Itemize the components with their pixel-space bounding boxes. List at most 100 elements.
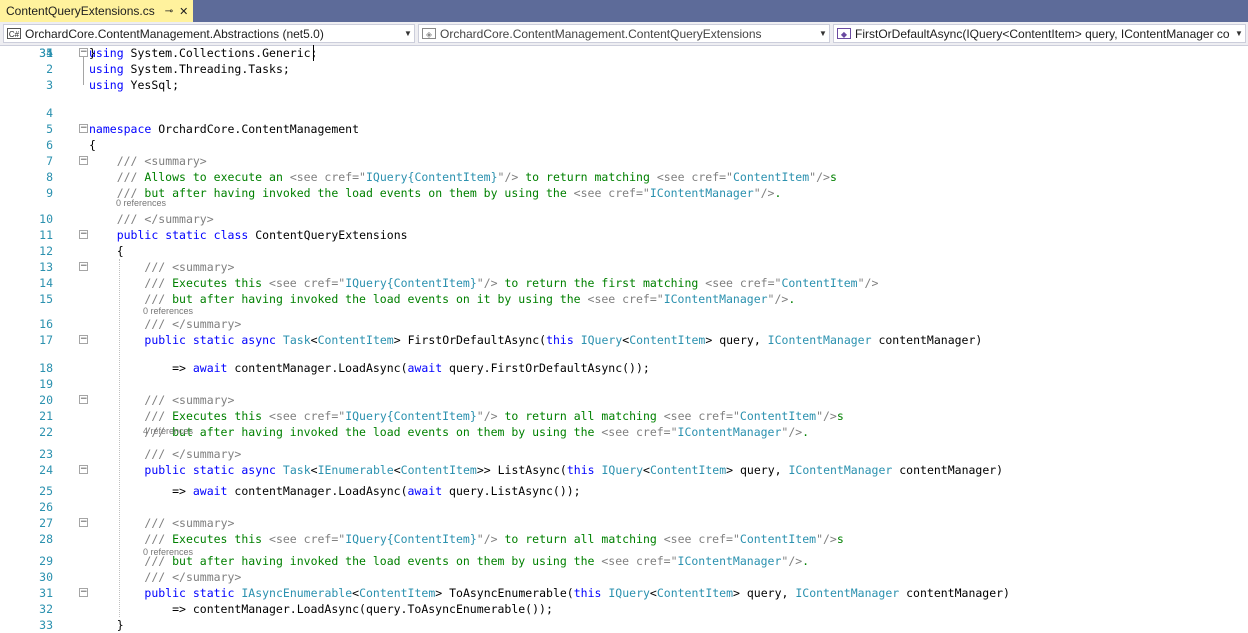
code-line[interactable]: 4 — [0, 105, 1230, 121]
code-line[interactable]: 17 public static async Task<ContentItem>… — [0, 332, 1230, 348]
tab-content-query-extensions[interactable]: ContentQueryExtensions.cs ⊸ ✕ — [0, 0, 193, 22]
code-line[interactable]: 10 /// </summary> — [0, 211, 1230, 227]
code-line[interactable]: 15 /// but after having invoked the load… — [0, 291, 1230, 307]
collapse-region-icon[interactable]: − — [79, 588, 88, 597]
code-text: /// <summary> — [144, 516, 235, 530]
type-dropdown[interactable]: ◈ OrchardCore.ContentManagement.ContentQ… — [418, 24, 830, 43]
code-line[interactable]: 27 /// <summary> — [0, 515, 1230, 531]
codelens-references[interactable]: 0 references — [143, 306, 193, 317]
code-line[interactable]: 26 — [0, 499, 1230, 515]
code-line[interactable]: 28 /// Executes this <see cref="IQuery{C… — [0, 531, 1230, 547]
code-line[interactable]: 9 /// but after having invoked the load … — [0, 185, 1230, 201]
line-number: 27 — [39, 516, 53, 530]
line-number: 11 — [39, 228, 53, 242]
collapse-region-icon[interactable]: − — [79, 48, 88, 57]
project-dropdown[interactable]: C# OrchardCore.ContentManagement.Abstrac… — [3, 24, 415, 43]
code-text: /// Allows to execute an <see cref="IQue… — [116, 170, 837, 184]
code-text: => await contentManager.LoadAsync(await … — [89, 484, 581, 498]
line-number: 21 — [39, 409, 53, 423]
collapse-region-icon[interactable]: − — [79, 518, 88, 527]
code-text: /// but after having invoked the load ev… — [144, 292, 796, 306]
code-line[interactable]: 20 /// <summary> — [0, 392, 1230, 408]
collapse-region-icon[interactable]: − — [79, 335, 88, 344]
line-number: 12 — [39, 244, 53, 258]
code-line[interactable]: 14 /// Executes this <see cref="IQuery{C… — [0, 275, 1230, 291]
collapse-region-icon[interactable]: − — [79, 262, 88, 271]
codelens-references[interactable]: 0 references — [116, 198, 166, 209]
tab-title: ContentQueryExtensions.cs — [6, 4, 155, 18]
line-number: 2 — [46, 62, 53, 76]
collapse-region-icon[interactable]: − — [79, 124, 88, 133]
line-number: 29 — [39, 554, 53, 568]
method-icon: ◆ — [837, 28, 851, 39]
collapse-region-icon[interactable]: − — [79, 230, 88, 239]
code-line[interactable]: 11 public static class ContentQueryExten… — [0, 227, 1230, 243]
code-text: => await contentManager.LoadAsync(await … — [89, 361, 650, 375]
document-tab-strip: ContentQueryExtensions.cs ⊸ ✕ — [0, 0, 1248, 22]
code-line[interactable]: 24 public static async Task<IEnumerable<… — [0, 462, 1230, 478]
member-dropdown-value: FirstOrDefaultAsync(IQuery<ContentItem> … — [855, 26, 1230, 41]
code-line[interactable]: 18 => await contentManager.LoadAsync(awa… — [0, 360, 1230, 376]
code-line[interactable]: 25 => await contentManager.LoadAsync(awa… — [0, 483, 1230, 499]
line-number: 10 — [39, 212, 53, 226]
code-line[interactable]: 2 using System.Threading.Tasks; — [0, 61, 1230, 77]
line-number: 20 — [39, 393, 53, 407]
codelens-references[interactable]: 4 references — [143, 426, 193, 437]
code-text: public static async Task<IEnumerable<Con… — [144, 463, 1004, 477]
close-icon[interactable]: ✕ — [179, 5, 188, 18]
code-text: /// </summary> — [144, 447, 242, 461]
code-line[interactable]: 31 public static IAsyncEnumerable<Conten… — [0, 585, 1230, 601]
collapse-region-icon[interactable]: − — [79, 465, 88, 474]
chevron-down-icon: ▼ — [819, 29, 827, 38]
line-number: 5 — [46, 122, 53, 136]
code-line[interactable]: 30 /// </summary> — [0, 569, 1230, 585]
code-line[interactable]: 8 /// Allows to execute an <see cref="IQ… — [0, 169, 1230, 185]
code-text: /// <summary> — [144, 393, 235, 407]
code-line[interactable]: 6{ — [0, 137, 1230, 153]
code-text: /// but after having invoked the load ev… — [116, 186, 782, 200]
pin-icon[interactable]: ⊸ — [165, 6, 173, 17]
line-number: 25 — [39, 484, 53, 498]
line-number: 13 — [39, 260, 53, 274]
code-line[interactable]: 5 namespace OrchardCore.ContentManagement — [0, 121, 1230, 137]
line-number: 6 — [46, 138, 53, 152]
text-caret — [313, 45, 314, 61]
code-line[interactable]: 3 using YesSql; — [0, 77, 1230, 93]
member-dropdown[interactable]: ◆ FirstOrDefaultAsync(IQuery<ContentItem… — [833, 24, 1246, 43]
line-number: 18 — [39, 361, 53, 375]
collapse-region-icon[interactable]: − — [79, 395, 88, 404]
vertical-scrollbar[interactable] — [1244, 45, 1248, 629]
code-text: /// </summary> — [144, 570, 242, 584]
csharp-project-icon: C# — [7, 28, 21, 39]
collapse-region-icon[interactable]: − — [79, 156, 88, 165]
code-text: /// but after having invoked the load ev… — [144, 554, 810, 568]
line-number: 28 — [39, 532, 53, 546]
code-text: using YesSql; — [89, 78, 180, 92]
line-number: 19 — [39, 377, 53, 391]
code-text: /// Executes this <see cref="IQuery{Cont… — [144, 276, 879, 290]
line-number: 30 — [39, 570, 53, 584]
code-line[interactable]: 13 /// <summary> — [0, 259, 1230, 275]
code-line[interactable]: 35 — [0, 45, 1230, 61]
code-text: } — [89, 618, 124, 632]
code-text: /// </summary> — [144, 317, 242, 331]
code-line[interactable]: 21 /// Executes this <see cref="IQuery{C… — [0, 408, 1230, 424]
line-number: 3 — [46, 78, 53, 92]
code-line[interactable]: 19 — [0, 376, 1230, 392]
line-number: 14 — [39, 276, 53, 290]
codelens-references[interactable]: 0 references — [143, 547, 193, 558]
code-editor[interactable]: 1 using System.Collections.Generic; 2 using… — [0, 45, 1248, 632]
line-number: 35 — [39, 46, 53, 60]
code-text: /// <summary> — [144, 260, 235, 274]
code-text: using System.Threading.Tasks; — [89, 62, 290, 76]
code-line[interactable]: 32 => contentManager.LoadAsync(query.ToA… — [0, 601, 1230, 617]
class-icon: ◈ — [422, 28, 436, 39]
code-line[interactable]: 23 /// </summary> — [0, 446, 1230, 462]
code-line[interactable]: 33 } — [0, 617, 1230, 633]
code-line[interactable]: 12 { — [0, 243, 1230, 259]
code-line[interactable]: 7 /// <summary> — [0, 153, 1230, 169]
line-number: 8 — [46, 170, 53, 184]
code-line[interactable]: 16 /// </summary> — [0, 316, 1230, 332]
line-number: 4 — [46, 106, 53, 120]
line-number: 22 — [39, 425, 53, 439]
